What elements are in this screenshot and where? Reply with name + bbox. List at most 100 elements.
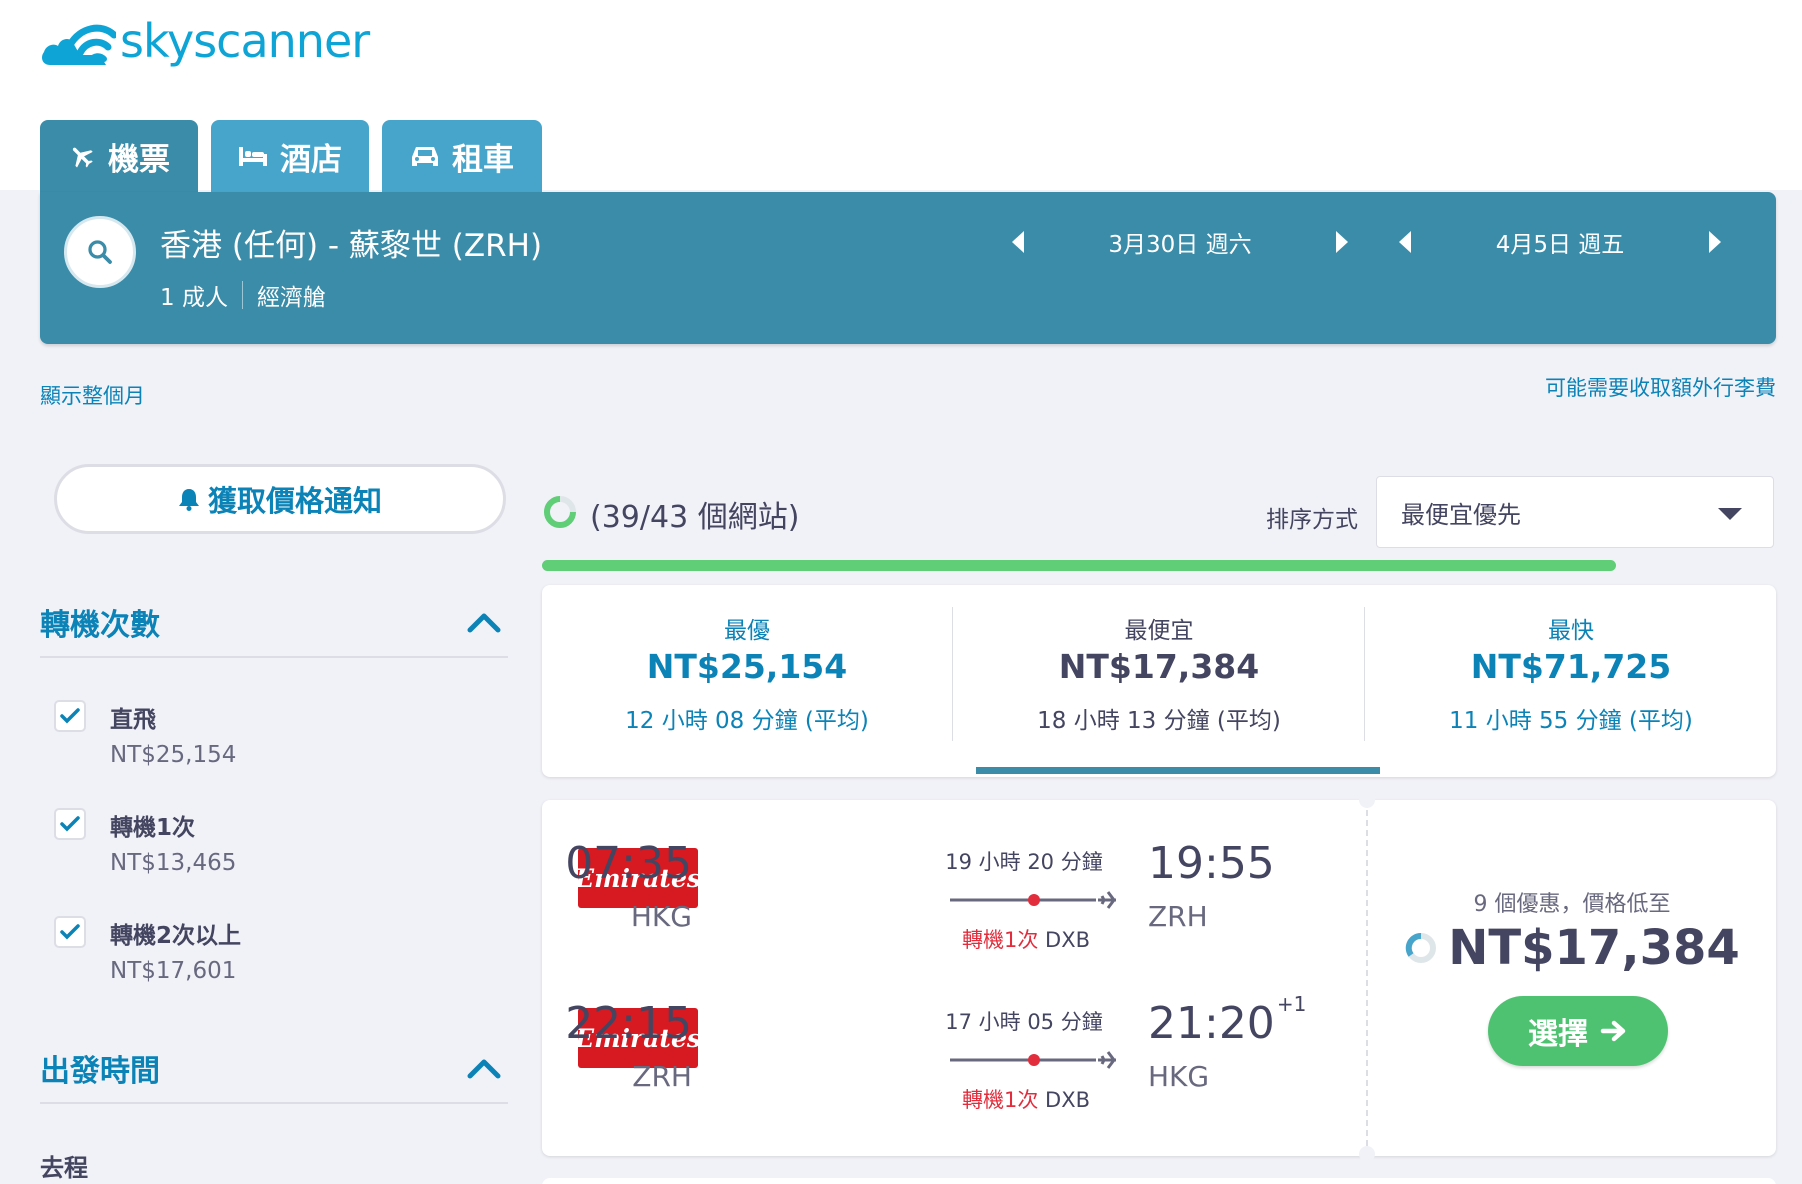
meta-separator	[241, 281, 243, 309]
edit-search-button[interactable]	[64, 216, 136, 288]
product-tabs: 機票 酒店 租車	[40, 120, 542, 192]
stop-option-price: NT$13,465	[110, 850, 237, 876]
arrival-time-value: 21:20	[1148, 998, 1275, 1049]
summary-best[interactable]: 最優 NT$25,154 12 小時 08 分鐘 (平均)	[542, 585, 952, 777]
two-plus-stops-checkbox[interactable]	[54, 916, 86, 948]
arrow-right-icon	[1600, 1020, 1626, 1042]
tab-cars[interactable]: 租車	[382, 120, 542, 192]
departure-time-heading: 出發時間	[40, 1054, 160, 1089]
summary-title: 最便宜	[1124, 618, 1194, 644]
passengers[interactable]: 1 成人	[160, 278, 228, 312]
sort-value: 最便宜優先	[1401, 500, 1521, 529]
departure-airport: ZRH	[632, 1060, 692, 1093]
depart-prev-button[interactable]	[998, 222, 1038, 262]
depart-date[interactable]: 3月30日 週六	[1038, 225, 1322, 259]
loading-spinner-icon	[544, 496, 576, 528]
chevron-up-icon[interactable]	[466, 608, 502, 638]
car-icon	[412, 147, 438, 166]
stop-option-label[interactable]: 轉機2次以上	[110, 916, 241, 950]
summary-price: NT$17,384	[1058, 647, 1260, 686]
search-progress-bar	[542, 560, 1616, 571]
caret-left-icon	[1012, 231, 1024, 253]
baggage-fee-link[interactable]: 可能需要收取額外行李費	[1545, 372, 1776, 402]
caret-right-icon	[1336, 231, 1348, 253]
summary-title: 最優	[724, 618, 770, 644]
checkmark-icon	[60, 924, 80, 940]
summary-duration: 11 小時 55 分鐘 (平均)	[1449, 708, 1693, 734]
search-icon	[88, 240, 112, 264]
caret-left-icon	[1399, 231, 1411, 253]
tab-flights-label: 機票	[108, 141, 170, 178]
sort-select[interactable]: 最便宜優先	[1376, 476, 1774, 548]
next-result-card	[542, 1178, 1776, 1184]
outbound-leg: Emirates 07:35 HKG 19 小時 20 分鐘 轉機1次 DXB …	[542, 800, 1362, 952]
depart-date-nav: 3月30日 週六	[998, 222, 1362, 262]
summary-duration: 18 小時 13 分鐘 (平均)	[1037, 708, 1281, 734]
depart-next-button[interactable]	[1322, 222, 1362, 262]
filter-divider	[40, 656, 508, 658]
return-next-button[interactable]	[1695, 222, 1735, 262]
stops-info: 轉機1次 DXB	[932, 924, 1120, 954]
tab-hotels[interactable]: 酒店	[211, 120, 369, 192]
tab-flights[interactable]: 機票	[40, 120, 198, 192]
route-line-icon	[950, 1051, 1116, 1069]
search-meta: 1 成人 經濟艙	[160, 278, 326, 312]
result-price-value: NT$17,384	[1448, 920, 1740, 976]
chevron-up-icon[interactable]	[466, 1054, 502, 1084]
chevron-down-icon	[1718, 508, 1742, 520]
ticket-notch	[1359, 1146, 1375, 1162]
ticket-divider	[1366, 800, 1368, 1156]
summary-title: 最快	[1548, 618, 1594, 644]
plane-icon	[72, 147, 93, 168]
skyscanner-cloud-icon	[42, 24, 116, 65]
stop-airport: DXB	[1045, 928, 1091, 952]
sort-label: 排序方式	[1266, 507, 1358, 533]
summary-cheapest[interactable]: 最便宜 NT$17,384 18 小時 13 分鐘 (平均)	[954, 585, 1364, 777]
flight-duration: 19 小時 20 分鐘	[945, 850, 1103, 874]
bed-icon	[239, 147, 267, 166]
price-summary-tabs: 最優 NT$25,154 12 小時 08 分鐘 (平均) 最便宜 NT$17,…	[542, 585, 1776, 777]
arrival-airport: HKG	[1148, 1060, 1210, 1093]
route-title[interactable]: 香港 (任何) - 蘇黎世 (ZRH)	[160, 220, 542, 265]
checkmark-icon	[60, 708, 80, 724]
summary-divider	[952, 607, 953, 741]
brand-name: skyscanner	[120, 14, 370, 68]
stop-option-label[interactable]: 直飛	[110, 700, 156, 734]
direct-checkbox[interactable]	[54, 700, 86, 732]
arrival-time-value: 19:55	[1148, 838, 1275, 889]
price-alert-button[interactable]: 獲取價格通知	[54, 464, 506, 534]
outbound-label: 去程	[40, 1154, 88, 1182]
stops-filter-heading: 轉機次數	[40, 608, 160, 643]
filter-divider	[40, 1102, 508, 1104]
search-summary-banner: 香港 (任何) - 蘇黎世 (ZRH) 1 成人 經濟艙 3月30日 週六 4月…	[40, 192, 1776, 344]
show-whole-month-link[interactable]: 顯示整個月	[40, 380, 145, 410]
departure-time: 22:15	[565, 998, 692, 1049]
return-date[interactable]: 4月5日 週五	[1425, 225, 1695, 259]
flight-duration: 17 小時 05 分鐘	[945, 1010, 1103, 1034]
departure-time: 07:35	[565, 838, 692, 889]
cabin-class[interactable]: 經濟艙	[257, 278, 326, 312]
return-date-nav: 4月5日 週五	[1385, 222, 1735, 262]
summary-duration: 12 小時 08 分鐘 (平均)	[625, 708, 869, 734]
flight-result-card[interactable]: Emirates 07:35 HKG 19 小時 20 分鐘 轉機1次 DXB …	[542, 792, 1776, 1162]
return-prev-button[interactable]	[1385, 222, 1425, 262]
summary-fastest[interactable]: 最快 NT$71,725 11 小時 55 分鐘 (平均)	[1366, 585, 1776, 777]
stop-option-price: NT$25,154	[110, 742, 237, 768]
price-alert-label: 獲取價格通知	[207, 484, 382, 518]
summary-divider	[1364, 607, 1365, 741]
arrival-time: 21:20 +1	[1148, 992, 1306, 1049]
skyscanner-logo[interactable]: skyscanner	[40, 14, 370, 68]
stop-airport: DXB	[1045, 1088, 1091, 1112]
one-stop-checkbox[interactable]	[54, 808, 86, 840]
deals-count[interactable]: 9 個優惠，價格低至	[1368, 886, 1776, 918]
select-button-label: 選擇	[1528, 1017, 1588, 1052]
select-button[interactable]: 選擇	[1488, 996, 1668, 1066]
summary-price: NT$25,154	[646, 647, 848, 686]
return-leg: Emirates 22:15 ZRH 17 小時 05 分鐘 轉機1次 DXB …	[542, 960, 1362, 1112]
stop-option-label[interactable]: 轉機1次	[110, 808, 195, 842]
caret-right-icon	[1709, 231, 1721, 253]
arrival-airport: ZRH	[1148, 900, 1208, 933]
stops-count: 轉機1次	[961, 1088, 1039, 1112]
departure-airport: HKG	[630, 900, 692, 933]
tab-hotels-label: 酒店	[280, 141, 342, 178]
